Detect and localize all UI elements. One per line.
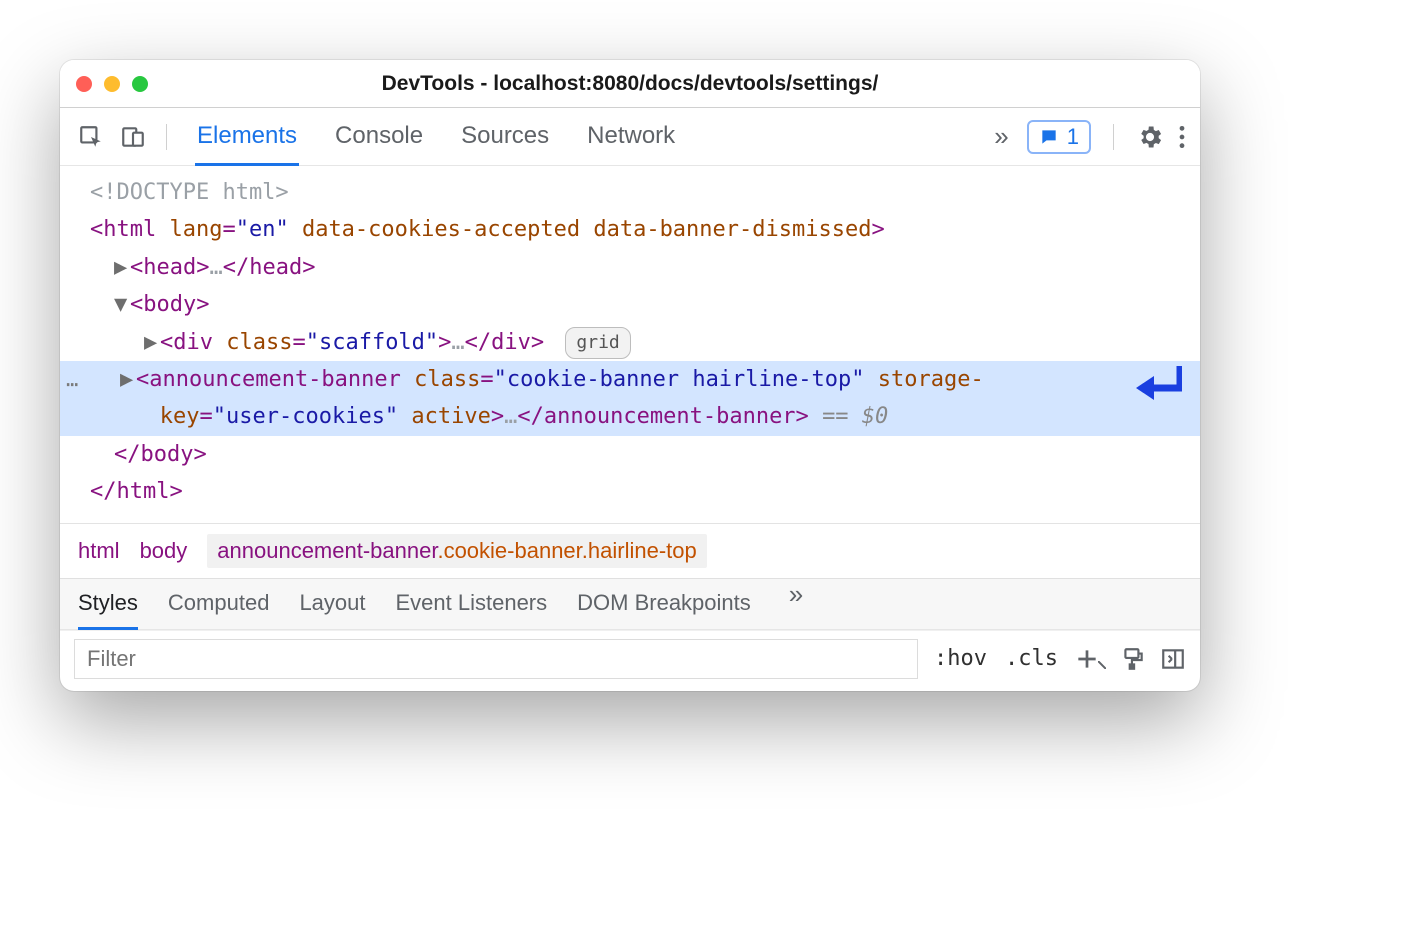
settings-icon[interactable]	[1136, 123, 1164, 151]
cls-toggle[interactable]: .cls	[1003, 644, 1060, 673]
main-tabs: Elements Console Sources Network	[195, 108, 677, 165]
minimize-window-button[interactable]	[104, 76, 120, 92]
gutter-menu-icon[interactable]: ⋯	[66, 367, 79, 401]
device-toolbar-icon[interactable]	[116, 120, 150, 154]
styles-filter-input[interactable]	[74, 639, 918, 679]
toolbar-separator	[1113, 124, 1114, 150]
more-tabs-icon[interactable]: »	[990, 121, 1012, 152]
devtools-window: DevTools - localhost:8080/docs/devtools/…	[60, 60, 1200, 691]
tab-sources[interactable]: Sources	[459, 108, 551, 166]
traffic-lights	[76, 76, 148, 92]
main-toolbar: Elements Console Sources Network » 1	[60, 108, 1200, 166]
window-title: DevTools - localhost:8080/docs/devtools/…	[60, 72, 1200, 96]
dom-body-close[interactable]: </body>	[60, 436, 1200, 473]
dom-div-scaffold[interactable]: ▶<div class="scaffold">…</div> grid	[60, 324, 1200, 361]
dom-body-open[interactable]: ▼<body>	[60, 286, 1200, 323]
tab-layout[interactable]: Layout	[299, 579, 365, 630]
tab-dom-breakpoints[interactable]: DOM Breakpoints	[577, 579, 751, 630]
breadcrumb-html[interactable]: html	[78, 538, 120, 564]
tab-elements[interactable]: Elements	[195, 108, 299, 166]
breadcrumb-body[interactable]: body	[140, 538, 188, 564]
close-window-button[interactable]	[76, 76, 92, 92]
breadcrumb-selected[interactable]: announcement-banner.cookie-banner.hairli…	[207, 534, 706, 568]
chat-icon	[1039, 127, 1059, 147]
styles-tabs: Styles Computed Layout Event Listeners D…	[60, 578, 1200, 630]
more-menu-icon[interactable]	[1178, 124, 1186, 150]
tab-computed[interactable]: Computed	[168, 579, 270, 630]
tab-network[interactable]: Network	[585, 108, 677, 166]
tab-console[interactable]: Console	[333, 108, 425, 166]
dom-tree[interactable]: <!DOCTYPE html> <html lang="en" data-coo…	[60, 166, 1200, 523]
dom-head[interactable]: ▶<head>…</head>	[60, 249, 1200, 286]
tab-styles[interactable]: Styles	[78, 579, 138, 630]
toolbar-separator	[166, 124, 167, 150]
dom-doctype: <!DOCTYPE html>	[90, 180, 289, 205]
paint-icon[interactable]	[1120, 646, 1146, 672]
grid-badge[interactable]: grid	[565, 327, 630, 360]
titlebar: DevTools - localhost:8080/docs/devtools/…	[60, 60, 1200, 108]
maximize-window-button[interactable]	[132, 76, 148, 92]
breadcrumb: html body announcement-banner.cookie-ban…	[60, 523, 1200, 578]
console-reference: == $0	[822, 404, 888, 429]
dom-selected-node[interactable]: ⋯ ▶<announcement-banner class="cookie-ba…	[60, 361, 1200, 436]
more-styles-tabs-icon[interactable]: »	[785, 579, 807, 629]
tab-event-listeners[interactable]: Event Listeners	[396, 579, 548, 630]
issues-count: 1	[1067, 124, 1079, 150]
toggle-sidebar-icon[interactable]	[1160, 646, 1186, 672]
hov-toggle[interactable]: :hov	[932, 644, 989, 673]
toolbar-right: » 1	[990, 120, 1186, 154]
inspect-element-icon[interactable]	[74, 120, 108, 154]
dom-html-close[interactable]: </html>	[60, 473, 1200, 510]
issues-badge[interactable]: 1	[1027, 120, 1091, 154]
styles-filter-bar: :hov .cls	[60, 630, 1200, 691]
dom-html-open[interactable]: <html lang="en" data-cookies-accepted da…	[60, 211, 1200, 248]
new-style-rule-icon[interactable]	[1074, 646, 1106, 672]
